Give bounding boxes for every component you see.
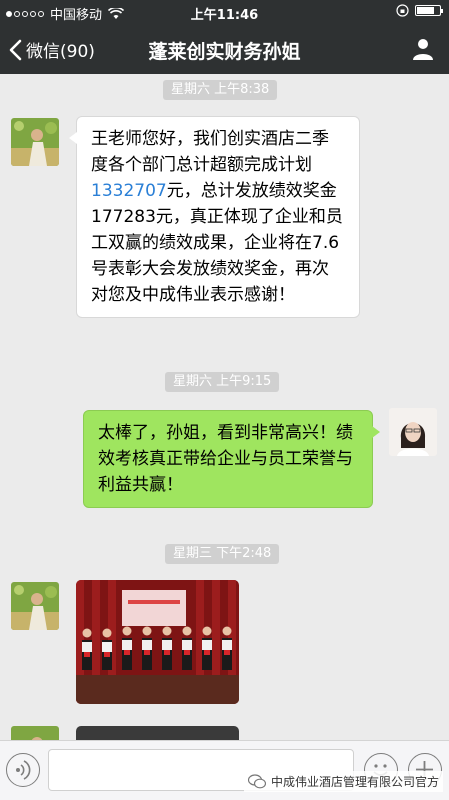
message-timestamp: 星期三 下午2:48 xyxy=(165,544,280,564)
voice-icon xyxy=(16,760,31,780)
message-text: 太棒了，孙姐，看到非常高兴！绩效考核真正带给企业与员工荣誉与利益共赢！ xyxy=(98,423,353,495)
message-text: 王老师您好，我们创实酒店二季度各个部门总计超额完成计划 xyxy=(91,129,329,175)
voice-button[interactable] xyxy=(6,753,40,787)
message-input-bar: 中成伟业酒店管理有限公司官方 xyxy=(0,740,449,800)
chat-header: 微信(90) 蓬莱创实财务孙姐 xyxy=(0,24,449,74)
my-avatar[interactable] xyxy=(389,408,437,456)
image-message[interactable] xyxy=(76,726,239,740)
watermark-text: 中成伟业酒店管理有限公司官方 xyxy=(270,775,439,789)
contact-avatar[interactable] xyxy=(11,726,59,740)
incoming-message-bubble[interactable]: 王老师您好，我们创实酒店二季度各个部门总计超额完成计划1332707元，总计发放… xyxy=(69,116,360,318)
image-message[interactable] xyxy=(76,580,239,704)
clock: 上午11:46 xyxy=(190,8,259,23)
status-bar: 中国移动 上午11:46 xyxy=(0,0,449,24)
contact-avatar[interactable] xyxy=(11,582,59,630)
outgoing-message-bubble[interactable]: 太棒了，孙姐，看到非常高兴！绩效考核真正带给企业与员工荣誉与利益共赢！ xyxy=(83,410,380,508)
contact-avatar[interactable] xyxy=(11,118,59,166)
person-icon[interactable] xyxy=(411,37,435,61)
wechat-icon xyxy=(247,774,266,789)
rotation-lock-icon xyxy=(396,4,409,17)
message-timestamp: 星期六 上午9:15 xyxy=(165,372,280,392)
message-timestamp: 星期六 上午8:38 xyxy=(163,80,278,100)
chat-title: 蓬莱创实财务孙姐 xyxy=(148,41,301,63)
source-watermark: 中成伟业酒店管理有限公司官方 xyxy=(243,771,443,792)
battery-icon xyxy=(415,5,443,16)
message-list[interactable]: 星期六 上午8:38 王老师您好，我们创实酒店二季度各个部门总计超额完成计划 13… xyxy=(0,74,449,740)
message-number-link[interactable]: 1332707 xyxy=(91,181,167,201)
